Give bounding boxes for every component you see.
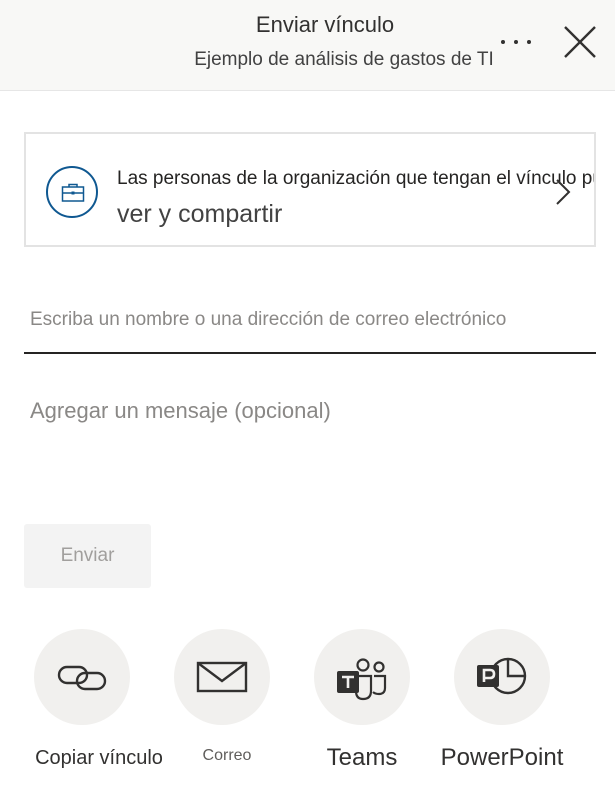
chevron-right-icon	[556, 179, 571, 205]
message-input[interactable]	[24, 398, 596, 488]
close-button[interactable]	[560, 22, 600, 62]
teams-share-button[interactable]	[314, 629, 410, 725]
mail-icon	[196, 661, 248, 693]
email-share-button[interactable]	[174, 629, 270, 725]
more-options-button[interactable]	[497, 28, 535, 54]
recipient-input[interactable]	[24, 298, 596, 354]
copy-link-button[interactable]	[34, 629, 130, 725]
permission-level: ver y compartir	[117, 200, 283, 228]
permission-description: Las personas de la organización que teng…	[117, 168, 596, 189]
send-button[interactable]: Enviar	[24, 524, 151, 588]
more-horizontal-icon	[501, 40, 505, 44]
link-permission-settings[interactable]: Las personas de la organización que teng…	[24, 132, 596, 247]
link-icon	[57, 665, 107, 691]
teams-icon	[337, 658, 387, 701]
teams-label: Teams	[326, 744, 398, 771]
copy-link-label: Copiar vínculo	[35, 747, 163, 769]
close-icon	[564, 26, 596, 58]
email-label: Correo	[202, 747, 252, 764]
powerpoint-share-button[interactable]	[454, 629, 550, 725]
powerpoint-icon	[477, 657, 527, 695]
powerpoint-label: PowerPoint	[440, 744, 564, 771]
dialog-header: Enviar vínculo Ejemplo de análisis de ga…	[0, 0, 615, 91]
briefcase-icon	[46, 166, 98, 218]
